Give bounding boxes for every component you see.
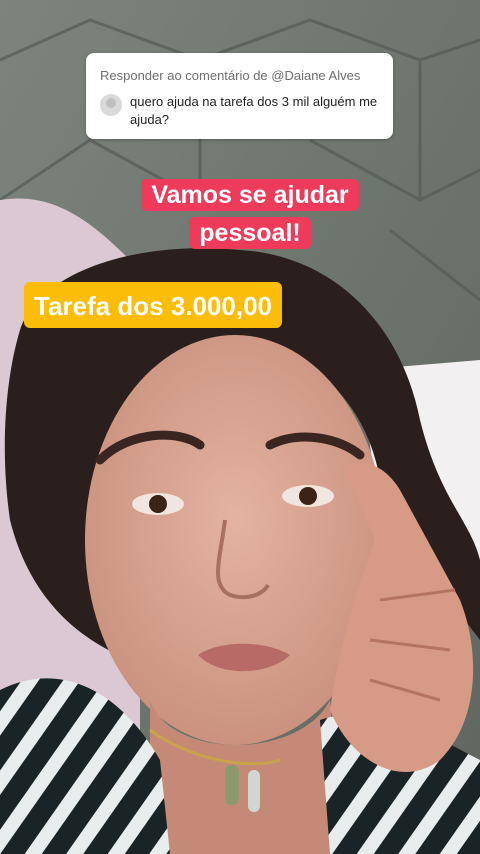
caption-red-text: Vamos se ajudar pessoal! — [141, 179, 359, 249]
iris-left — [149, 495, 167, 513]
reply-header: Responder ao comentário de @Daiane Alves — [100, 68, 361, 83]
caption-red: Vamos se ajudar pessoal! — [137, 176, 363, 252]
caption-yellow: Tarefa dos 3.000,00 — [24, 282, 282, 328]
reply-comment-text: quero ajuda na tarefa dos 3 mil alguém m… — [130, 94, 378, 127]
avatar — [100, 94, 122, 116]
iris-right — [299, 487, 317, 505]
necklace-pendant-2 — [248, 770, 260, 812]
necklace-pendant — [225, 765, 239, 805]
reply-comment-card[interactable]: Responder ao comentário de @Daiane Alves… — [86, 53, 393, 139]
